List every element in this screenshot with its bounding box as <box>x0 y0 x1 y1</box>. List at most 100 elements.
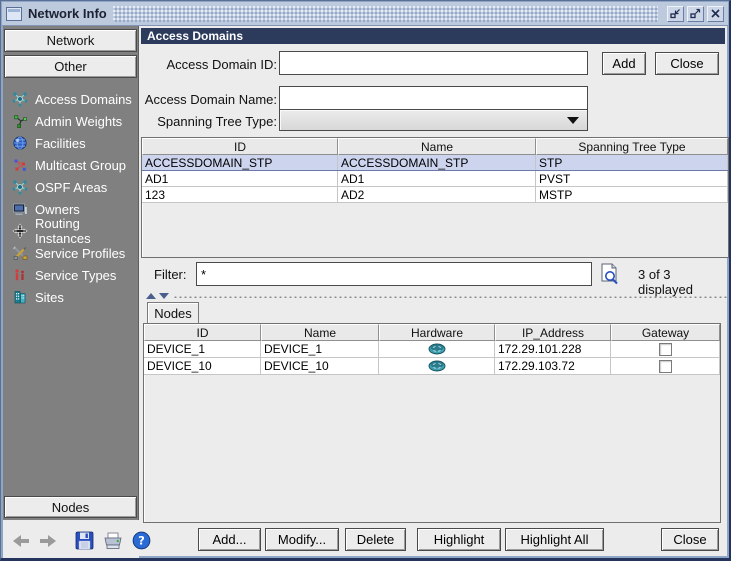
search-icon[interactable] <box>597 262 621 286</box>
window-title: Network Info <box>28 6 107 21</box>
cell-id: 123 <box>142 187 338 202</box>
back-arrow-icon[interactable] <box>12 531 30 551</box>
sidebar-item-facilities[interactable]: Facilities <box>3 132 138 154</box>
gateway-checkbox[interactable] <box>658 342 672 356</box>
spanning-tree-type-dropdown[interactable] <box>279 109 588 131</box>
cell-hardware <box>379 358 495 374</box>
multicast-icon <box>12 157 28 173</box>
modify-button[interactable]: Modify... <box>265 528 339 551</box>
sidebar-item-access-domains[interactable]: Access Domains <box>3 88 138 110</box>
table-header-row: ID Name Hardware IP_Address Gateway <box>144 324 720 341</box>
tools-icon <box>12 245 28 261</box>
filter-label: Filter: <box>154 267 187 282</box>
sidebar-network-button[interactable]: Network <box>4 29 137 52</box>
split-pane-divider[interactable] <box>140 292 727 300</box>
sidebar-item-admin-weights[interactable]: Admin Weights <box>3 110 138 132</box>
sidebar-item-sites[interactable]: Sites <box>3 286 138 308</box>
sidebar-item-ospf-areas[interactable]: OSPF Areas <box>3 176 138 198</box>
table-header-row: ID Name Spanning Tree Type <box>142 138 728 155</box>
other-button-label: Other <box>54 59 87 74</box>
table-row[interactable]: 123 AD2 MSTP <box>142 187 728 203</box>
close-button-bottom[interactable]: Close <box>661 528 719 551</box>
bottom-toolbar: ? <box>3 521 151 558</box>
close-button-label: Close <box>670 56 704 71</box>
column-header-id[interactable]: ID <box>144 324 261 341</box>
sidebar-item-routing-instances[interactable]: Routing Instances <box>3 216 138 246</box>
cell-id: DEVICE_1 <box>144 341 261 357</box>
sidebar-item-label: Access Domains <box>35 91 132 107</box>
sites-icon <box>12 289 28 305</box>
cell-stt: MSTP <box>536 187 728 202</box>
table-row[interactable]: AD1 AD1 PVST <box>142 171 728 187</box>
sidebar-item-label: Admin Weights <box>35 113 123 129</box>
close-button-top[interactable]: Close <box>655 52 719 75</box>
collapse-up-icon[interactable] <box>146 293 156 299</box>
add-button[interactable]: Add <box>602 52 646 75</box>
sidebar-item-service-profiles[interactable]: Service Profiles <box>3 242 138 264</box>
spanning-tree-type-label: Spanning Tree Type: <box>157 114 277 129</box>
access-domains-table: ID Name Spanning Tree Type ACCESSDOMAIN_… <box>141 137 729 258</box>
tab-nodes-label: Nodes <box>154 306 192 321</box>
column-header-spanning-tree-type[interactable]: Spanning Tree Type <box>536 138 728 155</box>
page-title-text: Access Domains <box>147 29 244 43</box>
routing-icon <box>12 223 28 239</box>
access-domain-id-label: Access Domain ID: <box>166 57 277 72</box>
splitter-texture <box>173 294 727 298</box>
maximize-button[interactable] <box>687 5 704 22</box>
sidebar-item-multicast-group[interactable]: Multicast Group <box>3 154 138 176</box>
sidebar-item-list: Access Domains Admin Weights Facilities <box>3 88 138 308</box>
splitter-arrows[interactable] <box>146 293 169 299</box>
cell-gateway <box>611 358 720 374</box>
sidebar-item-label: OSPF Areas <box>35 179 108 195</box>
cell-ip: 172.29.103.72 <box>495 358 611 374</box>
chevron-down-icon <box>567 116 579 124</box>
button-label: Add... <box>212 532 247 547</box>
sidebar-item-label: Sites <box>35 289 64 305</box>
tab-nodes[interactable]: Nodes <box>147 302 199 324</box>
sidebar: Network Other Access Domains Admin Weigh… <box>3 26 139 520</box>
column-header-name[interactable]: Name <box>261 324 379 341</box>
highlight-button[interactable]: Highlight <box>417 528 501 551</box>
table-row[interactable]: DEVICE_1 DEVICE_1 172.29.101.228 <box>144 341 720 358</box>
network-info-window: Network Info Network Other Access Domain… <box>0 0 731 561</box>
minimize-button[interactable] <box>667 5 684 22</box>
ospf-areas-icon <box>12 179 28 195</box>
cell-name: AD1 <box>338 171 536 186</box>
titlebar[interactable]: Network Info <box>2 2 728 26</box>
table-row[interactable]: ACCESSDOMAIN_STP ACCESSDOMAIN_STP STP <box>142 155 728 171</box>
column-header-name[interactable]: Name <box>338 138 536 155</box>
highlight-all-button[interactable]: Highlight All <box>505 528 604 551</box>
cell-id: AD1 <box>142 171 338 186</box>
cell-name: DEVICE_10 <box>261 358 379 374</box>
button-label: Close <box>673 532 707 547</box>
window-icon <box>6 6 22 21</box>
column-header-hardware[interactable]: Hardware <box>379 324 495 341</box>
column-header-gateway[interactable]: Gateway <box>611 324 720 341</box>
column-header-id[interactable]: ID <box>142 138 338 155</box>
print-icon[interactable] <box>103 531 123 551</box>
access-domain-name-label: Access Domain Name: <box>144 92 277 107</box>
button-label: Delete <box>356 532 395 547</box>
monitor-icon <box>12 201 28 217</box>
delete-button[interactable]: Delete <box>345 528 406 551</box>
add-ellipsis-button[interactable]: Add... <box>198 528 261 551</box>
sidebar-item-service-types[interactable]: Service Types <box>3 264 138 286</box>
forward-arrow-icon[interactable] <box>39 531 57 551</box>
gateway-checkbox[interactable] <box>658 359 672 373</box>
column-header-ip-address[interactable]: IP_Address <box>495 324 611 341</box>
save-icon[interactable] <box>75 531 94 551</box>
sidebar-other-button[interactable]: Other <box>4 55 137 78</box>
page-title: Access Domains <box>141 28 725 44</box>
table-row[interactable]: DEVICE_10 DEVICE_10 172.29.103.72 <box>144 358 720 375</box>
sidebar-nodes-button[interactable]: Nodes <box>4 496 137 518</box>
filter-input[interactable] <box>196 262 592 286</box>
cell-name: AD2 <box>338 187 536 202</box>
collapse-down-icon[interactable] <box>159 293 169 299</box>
sidebar-item-label: Facilities <box>35 135 86 151</box>
nodes-table: ID Name Hardware IP_Address Gateway DEVI… <box>143 323 721 523</box>
cell-stt: STP <box>536 155 728 170</box>
access-domain-name-field[interactable] <box>279 86 588 110</box>
access-domain-id-field[interactable] <box>279 51 588 75</box>
sidebar-item-label: Owners <box>35 201 80 217</box>
close-icon[interactable] <box>707 5 724 22</box>
